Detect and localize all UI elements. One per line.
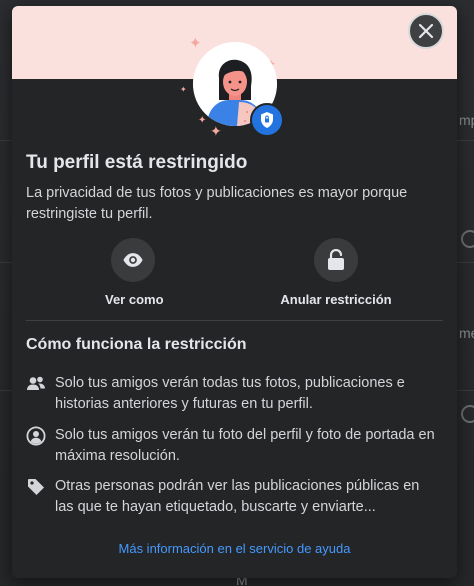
tag-icon (28, 479, 44, 495)
rule-item: Solo tus amigos verán tu foto del perfil… (26, 425, 446, 467)
sparkle-icon: ✦ (189, 35, 202, 52)
background-text-fragment: me (459, 325, 474, 341)
unlock-icon (328, 249, 344, 270)
remove-restriction-circle (314, 238, 358, 282)
sparkle-icon: ✦ (210, 123, 222, 139)
eye-icon (123, 253, 143, 267)
view-as-circle (111, 238, 155, 282)
rule-text: Solo tus amigos verán tu foto del perfil… (55, 427, 435, 464)
remove-restriction-button[interactable]: Anular restricción (280, 238, 392, 307)
help-center-link[interactable]: Más información en el servicio de ayuda (12, 541, 457, 556)
section-title: Cómo funciona la restricción (26, 336, 247, 353)
remove-restriction-label: Anular restricción (280, 292, 392, 307)
close-button[interactable] (408, 13, 444, 49)
background-text-fragment: mp (459, 112, 474, 128)
sparkle-icon: ✦ (198, 115, 207, 126)
dialog-subtitle: La privacidad de tus fotos y publicacion… (26, 185, 408, 222)
friends-icon (27, 376, 45, 390)
rule-text: Solo tus amigos verán todas tus fotos, p… (55, 375, 405, 412)
background-whatsapp-icon (461, 405, 474, 423)
view-as-label: Ver como (105, 292, 164, 307)
profile-icon (26, 426, 46, 446)
shield-icon (250, 103, 284, 137)
rule-text: Otras personas podrán ver las publicacio… (55, 478, 420, 515)
dialog-title: Tu perfil está restringido (26, 152, 248, 173)
sparkle-icon: ✦ (180, 85, 187, 94)
view-as-button[interactable]: Ver como (105, 238, 164, 307)
restricted-profile-dialog: ✦ ✦ ✦ ✦ ✦ (12, 6, 457, 578)
background-whatsapp-icon (461, 230, 474, 248)
section-divider (26, 320, 443, 321)
close-icon (418, 23, 434, 39)
rule-item: Otras personas podrán ver las publicacio… (26, 476, 446, 518)
rule-item: Solo tus amigos verán todas tus fotos, p… (26, 373, 446, 415)
